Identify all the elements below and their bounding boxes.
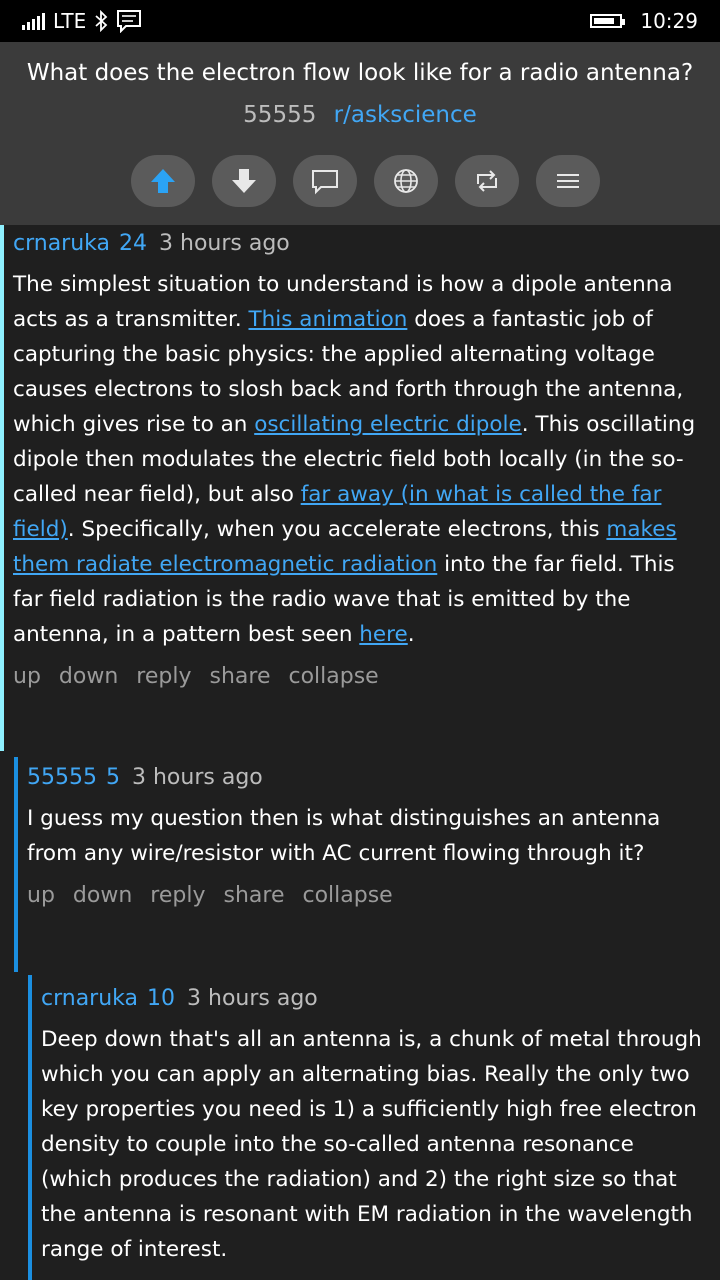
post-score: 55555	[243, 102, 317, 128]
link-oscillating-dipole[interactable]: oscillating electric dipole	[254, 412, 522, 437]
share-icon	[477, 170, 497, 192]
comment-header: 55555 5 3 hours ago	[27, 763, 702, 793]
signal-icon	[22, 12, 45, 30]
post-title[interactable]: What does the electron flow look like fo…	[0, 60, 720, 86]
comment-score: 24	[119, 231, 148, 256]
comment: crnaruka 10 3 hours ago Deep down that's a…	[28, 975, 720, 1280]
bluetooth-icon	[95, 10, 108, 32]
comment-author[interactable]: 55555	[27, 765, 97, 790]
comment-actions: up down reply share collapse	[13, 664, 702, 689]
comment-depth-bar	[28, 975, 32, 1280]
comment-time: 3 hours ago	[159, 231, 290, 256]
post-meta: 55555 r/askscience	[0, 102, 720, 128]
comment-body: Deep down that's all an antenna is, a ch…	[41, 1027, 702, 1262]
down-button[interactable]: down	[73, 883, 132, 908]
menu-button[interactable]	[536, 155, 600, 207]
comment-text: .	[407, 622, 415, 647]
comment-author[interactable]: crnaruka	[41, 986, 138, 1011]
link-animation[interactable]: This animation	[249, 307, 408, 332]
reply-button[interactable]: reply	[136, 664, 191, 689]
clock: 10:29	[640, 9, 698, 33]
downvote-icon	[232, 169, 256, 193]
network-label: LTE	[53, 9, 87, 33]
comment: crnaruka 24 3 hours ago The simplest situa…	[0, 225, 720, 751]
web-button[interactable]	[374, 155, 438, 207]
down-button[interactable]: down	[59, 664, 118, 689]
comment-body: I guess my question then is what disting…	[27, 806, 661, 866]
comment-author[interactable]: crnaruka	[13, 231, 110, 256]
up-button[interactable]: up	[13, 664, 41, 689]
collapse-button[interactable]: collapse	[288, 664, 378, 689]
battery-icon	[590, 14, 626, 28]
upvote-icon	[151, 169, 175, 193]
share-button[interactable]: share	[210, 664, 271, 689]
comment: 55555 5 3 hours ago I guess my question th…	[14, 757, 720, 972]
comment-body: The simplest situation to understand is …	[13, 267, 702, 652]
web-icon	[394, 169, 418, 193]
status-bar: LTE 10:29	[0, 0, 720, 42]
message-icon	[117, 10, 142, 33]
share-button[interactable]	[455, 155, 519, 207]
comment-header: crnaruka 10 3 hours ago	[41, 984, 702, 1014]
upvote-button[interactable]	[131, 155, 195, 207]
comments-icon	[312, 170, 338, 195]
subreddit-link[interactable]: r/askscience	[334, 102, 477, 128]
post-actions	[131, 155, 600, 207]
comment-text: . Specifically, when you accelerate elec…	[67, 517, 607, 542]
reply-button[interactable]: reply	[150, 883, 205, 908]
share-button[interactable]: share	[224, 883, 285, 908]
comments-button[interactable]	[293, 155, 357, 207]
comment-time: 3 hours ago	[187, 986, 318, 1011]
comment-time: 3 hours ago	[132, 765, 263, 790]
up-button[interactable]: up	[27, 883, 55, 908]
comment-depth-bar	[14, 757, 18, 972]
menu-icon	[557, 174, 579, 188]
post-header: What does the electron flow look like fo…	[0, 42, 720, 225]
comment-depth-bar	[0, 225, 4, 751]
collapse-button[interactable]: collapse	[302, 883, 392, 908]
link-here[interactable]: here	[359, 622, 407, 647]
comment-actions: up down reply share collapse	[27, 883, 702, 908]
comment-header: crnaruka 24 3 hours ago	[13, 229, 702, 259]
comment-score: 10	[147, 986, 176, 1011]
downvote-button[interactable]	[212, 155, 276, 207]
comment-score: 5	[106, 765, 120, 790]
